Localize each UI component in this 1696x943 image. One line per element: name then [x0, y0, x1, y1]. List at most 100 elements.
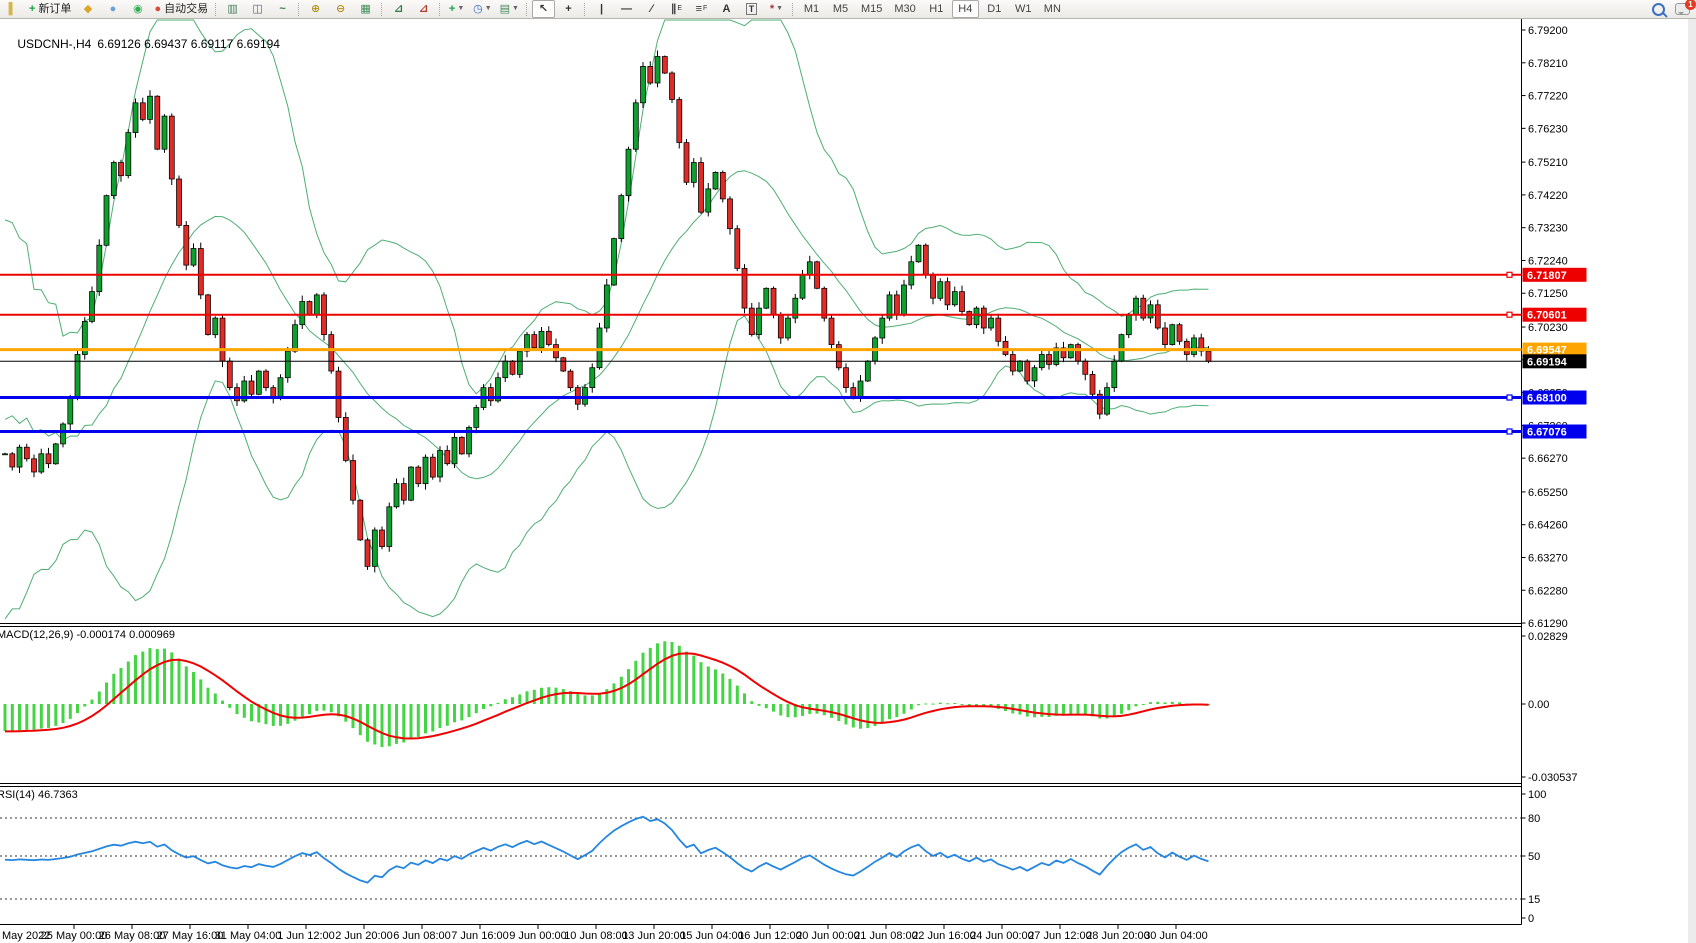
- svg-text:21 Jun 08:00: 21 Jun 08:00: [854, 930, 918, 942]
- svg-text:0: 0: [1528, 913, 1534, 925]
- svg-text:24 Jun 00:00: 24 Jun 00:00: [970, 930, 1034, 942]
- timeframe-m5[interactable]: M5: [827, 0, 854, 18]
- macd-axis: 0.028290.00-0.030537: [1522, 631, 1578, 784]
- time-axis[interactable]: May 202225 May 00:0026 May 08:0027 May 1…: [2, 925, 1208, 942]
- ohlc-values: 6.69126 6.69437 6.69117 6.69194: [97, 37, 280, 51]
- indicator-window-icon: ⊿: [394, 2, 403, 16]
- svg-text:6.61290: 6.61290: [1528, 618, 1568, 630]
- community-icon[interactable]: ●: [101, 0, 124, 18]
- svg-text:15 Jun 04:00: 15 Jun 04:00: [680, 930, 744, 942]
- toolbar: ▌+新订单◆●◉●自动交易▥◫~⊕⊖▦⊿⊿+▼◷▼▤▼↖+|—∕∥E≡FAT*▼…: [0, 0, 1696, 19]
- line-chart-icon: ~: [279, 2, 285, 16]
- vertical-line-button[interactable]: |: [590, 0, 613, 18]
- rsi-label: RSI(14) 46.7363: [0, 789, 78, 801]
- vertical-line-button: |: [600, 2, 603, 16]
- template-button[interactable]: ▤▼: [497, 0, 522, 18]
- svg-text:6.69194: 6.69194: [1527, 356, 1568, 368]
- svg-text:6.77220: 6.77220: [1528, 91, 1568, 103]
- text-button[interactable]: A: [715, 0, 738, 18]
- new-order-button: +: [29, 2, 35, 16]
- arrows-button[interactable]: *▼: [765, 0, 788, 18]
- symbol-period-label: USDCNH-,H4: [17, 37, 91, 51]
- svg-text:6.64260: 6.64260: [1528, 520, 1568, 532]
- timeframe-w1[interactable]: W1: [1010, 0, 1037, 18]
- trendline-button[interactable]: ∕: [640, 0, 663, 18]
- svg-text:6.71807: 6.71807: [1527, 270, 1567, 282]
- toolbar-separator: [298, 3, 300, 16]
- horizontal-line-button[interactable]: —: [615, 0, 638, 18]
- svg-text:27 May 16:00: 27 May 16:00: [157, 930, 224, 942]
- chevron-down-icon: ▼: [457, 2, 464, 16]
- new-order-button[interactable]: +新订单: [26, 0, 74, 18]
- svg-text:27 Jun 12:00: 27 Jun 12:00: [1028, 930, 1092, 942]
- svg-text:100: 100: [1528, 789, 1546, 801]
- level-lines[interactable]: [0, 272, 1522, 434]
- periods-button: ◷: [473, 2, 483, 16]
- equidistant-channel-button: ∥: [671, 2, 677, 16]
- timeframe-m15[interactable]: M15: [856, 0, 887, 18]
- svg-text:6.71250: 6.71250: [1528, 288, 1568, 300]
- svg-text:6.72240: 6.72240: [1528, 256, 1568, 268]
- equidistant-channel-button[interactable]: ∥E: [665, 0, 688, 18]
- periods-button[interactable]: ◷▼: [470, 0, 495, 18]
- crosshair-button: +: [565, 2, 571, 16]
- svg-text:6.62280: 6.62280: [1528, 585, 1568, 597]
- svg-text:1 Jun 12:00: 1 Jun 12:00: [277, 930, 335, 942]
- tile-windows-icon: ▦: [360, 2, 370, 16]
- rsi-axis: 1008050150: [1522, 789, 1547, 925]
- toolbar-items: ▌+新订单◆●◉●自动交易▥◫~⊕⊖▦⊿⊿+▼◷▼▤▼↖+|—∕∥E≡FAT*▼…: [0, 0, 1067, 18]
- rsi-levels: [0, 818, 1522, 899]
- toolbar-separator: [381, 3, 383, 16]
- eraser-icon[interactable]: ◆: [76, 0, 99, 18]
- signals-icon[interactable]: ◉: [126, 0, 149, 18]
- autotrade-button: ●: [154, 2, 161, 16]
- toolbar-separator: [439, 3, 441, 16]
- chat-icon[interactable]: 1: [1675, 3, 1690, 15]
- timeframe-h1[interactable]: H1: [923, 0, 950, 18]
- zoom-in-icon[interactable]: ⊕: [304, 0, 327, 18]
- indicator-window-add-icon[interactable]: ⊿: [412, 0, 435, 18]
- bar-chart-icon[interactable]: ▥: [221, 0, 244, 18]
- toolbar-separator: [526, 3, 528, 16]
- svg-text:7 Jun 16:00: 7 Jun 16:00: [451, 930, 509, 942]
- price-chart[interactable]: 6.792006.782106.772206.762306.752106.742…: [0, 18, 1696, 943]
- panel-borders: [0, 18, 1696, 943]
- zoom-out-icon[interactable]: ⊖: [329, 0, 352, 18]
- indicator-window-icon[interactable]: ⊿: [387, 0, 410, 18]
- svg-text:6.67076: 6.67076: [1527, 427, 1567, 439]
- crosshair-button[interactable]: +: [557, 0, 580, 18]
- horizontal-line-button: —: [621, 2, 632, 16]
- text-label-button: T: [746, 3, 758, 15]
- tile-windows-icon[interactable]: ▦: [354, 0, 377, 18]
- svg-text:20 Jun 00:00: 20 Jun 00:00: [796, 930, 860, 942]
- svg-text:31 May 04:00: 31 May 04:00: [215, 930, 282, 942]
- price-axis[interactable]: 6.792006.782106.772206.762306.752106.742…: [1522, 25, 1568, 630]
- community-icon: ●: [110, 2, 117, 16]
- fibonacci-button[interactable]: ≡F: [690, 0, 713, 18]
- text-label-button[interactable]: T: [740, 0, 763, 18]
- add-indicator-button: +: [449, 2, 455, 16]
- svg-text:6.68100: 6.68100: [1527, 393, 1567, 405]
- svg-text:-0.030537: -0.030537: [1528, 772, 1578, 784]
- indicator-window-add-icon: ⊿: [419, 2, 428, 16]
- macd-label: MACD(12,26,9) -0.000174 0.000969: [0, 629, 175, 641]
- arrows-button: *: [770, 2, 774, 16]
- timeframe-mn[interactable]: MN: [1039, 0, 1066, 18]
- signals-icon: ◉: [133, 2, 143, 16]
- timeframe-d1[interactable]: D1: [981, 0, 1008, 18]
- svg-text:22 Jun 16:00: 22 Jun 16:00: [912, 930, 976, 942]
- svg-text:6.70601: 6.70601: [1527, 310, 1567, 322]
- timeframe-m1[interactable]: M1: [798, 0, 825, 18]
- candlestick-chart-icon[interactable]: ◫: [246, 0, 269, 18]
- bar-chart-icon: ▥: [227, 2, 237, 16]
- line-chart-icon[interactable]: ~: [271, 0, 294, 18]
- search-icon[interactable]: [1652, 3, 1665, 16]
- autotrade-button[interactable]: ●自动交易: [151, 0, 211, 18]
- cursor-button[interactable]: ↖: [532, 0, 555, 18]
- timeframe-h4[interactable]: H4: [952, 0, 979, 18]
- chevron-down-icon: ▼: [485, 2, 492, 16]
- timeframe-m30[interactable]: M30: [889, 0, 920, 18]
- clipped-icon: ▌: [9, 2, 17, 16]
- svg-text:9 Jun 00:00: 9 Jun 00:00: [509, 930, 567, 942]
- add-indicator-button[interactable]: +▼: [445, 0, 468, 18]
